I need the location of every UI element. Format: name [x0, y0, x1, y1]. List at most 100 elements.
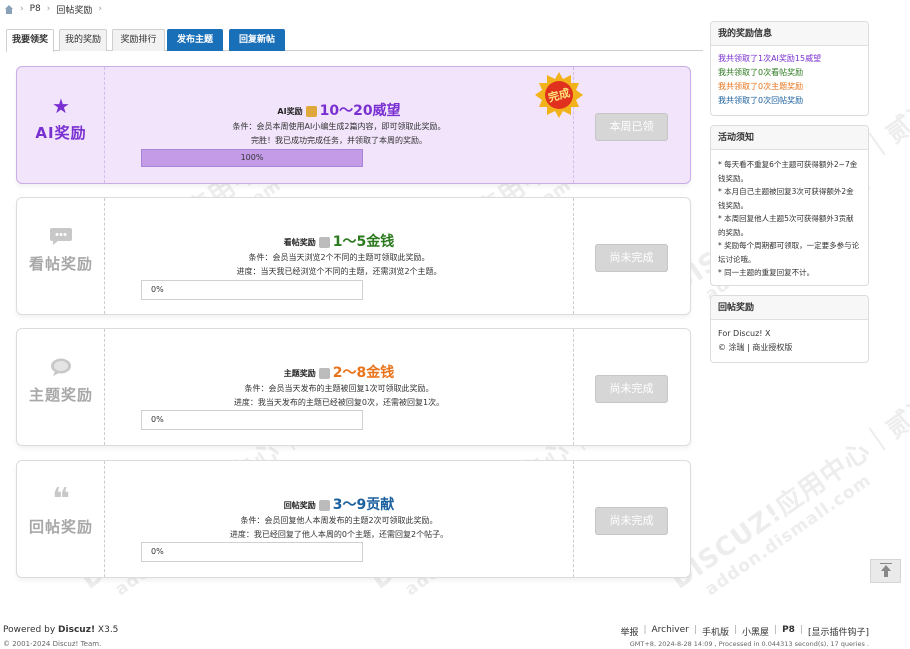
tab-my-rewards[interactable]: 我的奖励: [59, 29, 107, 51]
task-card-header: 主题奖励: [17, 329, 105, 445]
discuz-link[interactable]: Discuz!: [58, 625, 95, 635]
reward-label: 主题奖励: [283, 369, 316, 378]
task-card-thread: 主题奖励 主题奖励 2～8金钱 条件：会员当天发布的主题被回复1次可领取此奖励。…: [16, 328, 691, 446]
not-completed-button[interactable]: 尚未完成: [595, 507, 668, 535]
breadcrumb: › P8 › 回帖奖励 ›: [4, 3, 102, 16]
footer-link-site[interactable]: P8: [782, 625, 795, 638]
page: DISCUZ!应用中心｜贰道addon.dismall.com DISCUZ!应…: [0, 0, 910, 649]
task-progress-text: 进度：我已经回复了他人本周的0个主题，还需回复2个帖子。: [229, 530, 449, 539]
reward-label: AI奖励: [277, 107, 303, 116]
task-card-view: 看帖奖励 看帖奖励 1～5金钱 条件：会员当天浏览2个不同的主题可领取此奖励。 …: [16, 197, 691, 315]
task-name: 回帖奖励: [28, 518, 93, 536]
task-detail: 回帖奖励 3～9贡献 条件：会员回复他人本周发布的主题2次可领取此奖励。 进度：…: [105, 461, 573, 577]
task-card-header: ❝ 回帖奖励: [17, 461, 105, 577]
star-icon: ★: [52, 94, 70, 118]
completed-badge-icon: 完成: [535, 72, 583, 118]
task-condition: 条件：会员当天发布的主题被回复1次可领取此奖励。: [244, 384, 434, 393]
notice-item: * 每天看不重复6个主题可获得额外2~7金钱奖励。: [718, 160, 858, 183]
coin-icon: [318, 368, 330, 379]
about-panel: 回帖奖励 For Discuz! X © 涂瑞 | 商业授权版: [710, 295, 869, 363]
task-status-text: 完胜！我已成功完成任务，并领取了本周的奖励。: [251, 136, 427, 145]
task-detail: AI奖励 10～20威望 条件：会员本周使用AI小编生成2篇内容，即可领取此奖励…: [105, 67, 573, 183]
reward-label: 看帖奖励: [283, 238, 316, 247]
footer-info: GMT+8, 2024-8-28 14:09 , Processed in 0.…: [629, 640, 869, 648]
task-action: 本周已领: [573, 67, 690, 183]
coin-icon: [318, 237, 330, 248]
tab-claim-reward[interactable]: 我要领奖: [6, 29, 54, 52]
tab-ranking[interactable]: 奖励排行: [112, 29, 165, 51]
notice-panel: 活动须知 * 每天看不重复6个主题可获得额外2~7金钱奖励。 * 本月自己主题被…: [710, 125, 869, 286]
footer-link-archiver[interactable]: Archiver: [652, 625, 689, 638]
quote-icon: ❝: [52, 482, 70, 517]
progress-bar: 0%: [141, 542, 363, 562]
progress-text: 0%: [151, 547, 164, 556]
new-thread-button[interactable]: 发布主题: [167, 29, 223, 51]
task-name: AI奖励: [35, 124, 87, 142]
task-action: 尚未完成: [573, 329, 690, 445]
task-condition: 条件：会员本周使用AI小编生成2篇内容，即可领取此奖励。: [232, 122, 446, 131]
task-progress-text: 进度：当天我已经浏览个不同的主题，还需浏览2个主题。: [236, 267, 442, 276]
notice-item: * 本周回复他人主题5次可获得额外3贡献的奖励。: [718, 214, 854, 237]
breadcrumb-item-plugin[interactable]: 回帖奖励: [56, 3, 92, 16]
task-card-reply: ❝ 回帖奖励 回帖奖励 3～9贡献 条件：会员回复他人本周发布的主题2次可领取此…: [16, 460, 691, 578]
progress-bar: 100%: [141, 149, 363, 167]
progress-text: 100%: [240, 153, 264, 162]
task-condition: 条件：会员当天浏览2个不同的主题可领取此奖励。: [248, 253, 430, 262]
task-name: 看帖奖励: [28, 255, 93, 273]
panel-title: 活动须知: [711, 126, 868, 150]
reward-summary-line: 我共领取了1次AI奖励15威望: [718, 54, 822, 63]
footer-link-blacklist[interactable]: 小黑屋: [742, 625, 769, 638]
not-completed-button[interactable]: 尚未完成: [595, 244, 668, 272]
reward-value: 3～9贡献: [332, 497, 395, 513]
task-condition: 条件：会员回复他人本周发布的主题2次可领取此奖励。: [240, 516, 438, 525]
task-progress-text: 进度：我当天发布的主题已经被回复0次，还需被回复1次。: [233, 398, 445, 407]
not-completed-button[interactable]: 尚未完成: [595, 375, 668, 403]
progress-text: 0%: [151, 415, 164, 424]
about-line: © 涂瑞 | 商业授权版: [718, 343, 793, 352]
chevron-right-icon: ›: [98, 4, 102, 14]
reply-button[interactable]: 回复新帖: [229, 29, 285, 51]
powered-by: Powered by Discuz! X3.5: [3, 625, 119, 635]
task-detail: 主题奖励 2～8金钱 条件：会员当天发布的主题被回复1次可领取此奖励。 进度：我…: [105, 329, 573, 445]
task-action: 尚未完成: [573, 198, 690, 314]
task-card-header: 看帖奖励: [17, 198, 105, 314]
notice-item: * 本月自己主题被回复3次可获得额外2金钱奖励。: [718, 187, 854, 210]
coin-icon: [318, 500, 330, 511]
progress-bar: 0%: [141, 410, 363, 430]
footer-links: 举报 | Archiver | 手机版 | 小黑屋 | P8 | [显示插件钩子]: [620, 625, 869, 638]
task-card-ai: ★ AI奖励 AI奖励 10～20威望 条件：会员本周使用AI小编生成2篇内容，…: [16, 66, 691, 184]
reward-value: 1～5金钱: [332, 234, 395, 250]
footer-link-report[interactable]: 举报: [620, 625, 638, 638]
breadcrumb-item-forum[interactable]: P8: [30, 4, 41, 14]
coin-icon: [305, 106, 317, 117]
speech-icon: [17, 357, 105, 381]
footer-link-mobile[interactable]: 手机版: [702, 625, 729, 638]
task-name: 主题奖励: [28, 386, 93, 404]
chevron-right-icon: ›: [46, 4, 51, 14]
chat-bubble-icon: [17, 226, 105, 250]
panel-title: 回帖奖励: [711, 296, 868, 320]
reward-label: 回帖奖励: [283, 501, 316, 510]
reward-value: 10～20威望: [319, 103, 401, 119]
reward-summary-line: 我共领取了0次主题奖励: [718, 82, 804, 91]
claimed-button[interactable]: 本周已领: [595, 113, 668, 141]
progress-text: 0%: [151, 285, 164, 294]
back-to-top-button[interactable]: [870, 559, 901, 583]
task-action: 尚未完成: [573, 461, 690, 577]
footer-link-hooks[interactable]: [显示插件钩子]: [808, 625, 869, 638]
progress-bar: 0%: [141, 280, 363, 300]
about-line: For Discuz! X: [718, 329, 771, 338]
my-rewards-panel: 我的奖励信息 我共领取了1次AI奖励15威望 我共领取了0次看帖奖励 我共领取了…: [710, 21, 869, 116]
task-detail: 看帖奖励 1～5金钱 条件：会员当天浏览2个不同的主题可领取此奖励。 进度：当天…: [105, 198, 573, 314]
notice-item: * 奖励每个周期都可领取，一定要多参与论坛讨论哦。: [718, 241, 860, 264]
copyright: © 2001-2024 Discuz! Team.: [3, 640, 102, 648]
reward-summary-line: 我共领取了0次回帖奖励: [718, 96, 804, 105]
chevron-right-icon: ›: [20, 4, 24, 14]
tab-bar: 我要领奖 我的奖励 奖励排行 发布主题 回复新帖: [6, 29, 703, 52]
task-card-header: ★ AI奖励: [17, 67, 105, 183]
home-icon[interactable]: [4, 4, 14, 14]
reward-value: 2～8金钱: [332, 365, 395, 381]
notice-item: * 同一主题的重复回复不计。: [718, 268, 815, 277]
reward-summary-line: 我共领取了0次看帖奖励: [718, 68, 804, 77]
panel-title: 我的奖励信息: [711, 22, 868, 46]
